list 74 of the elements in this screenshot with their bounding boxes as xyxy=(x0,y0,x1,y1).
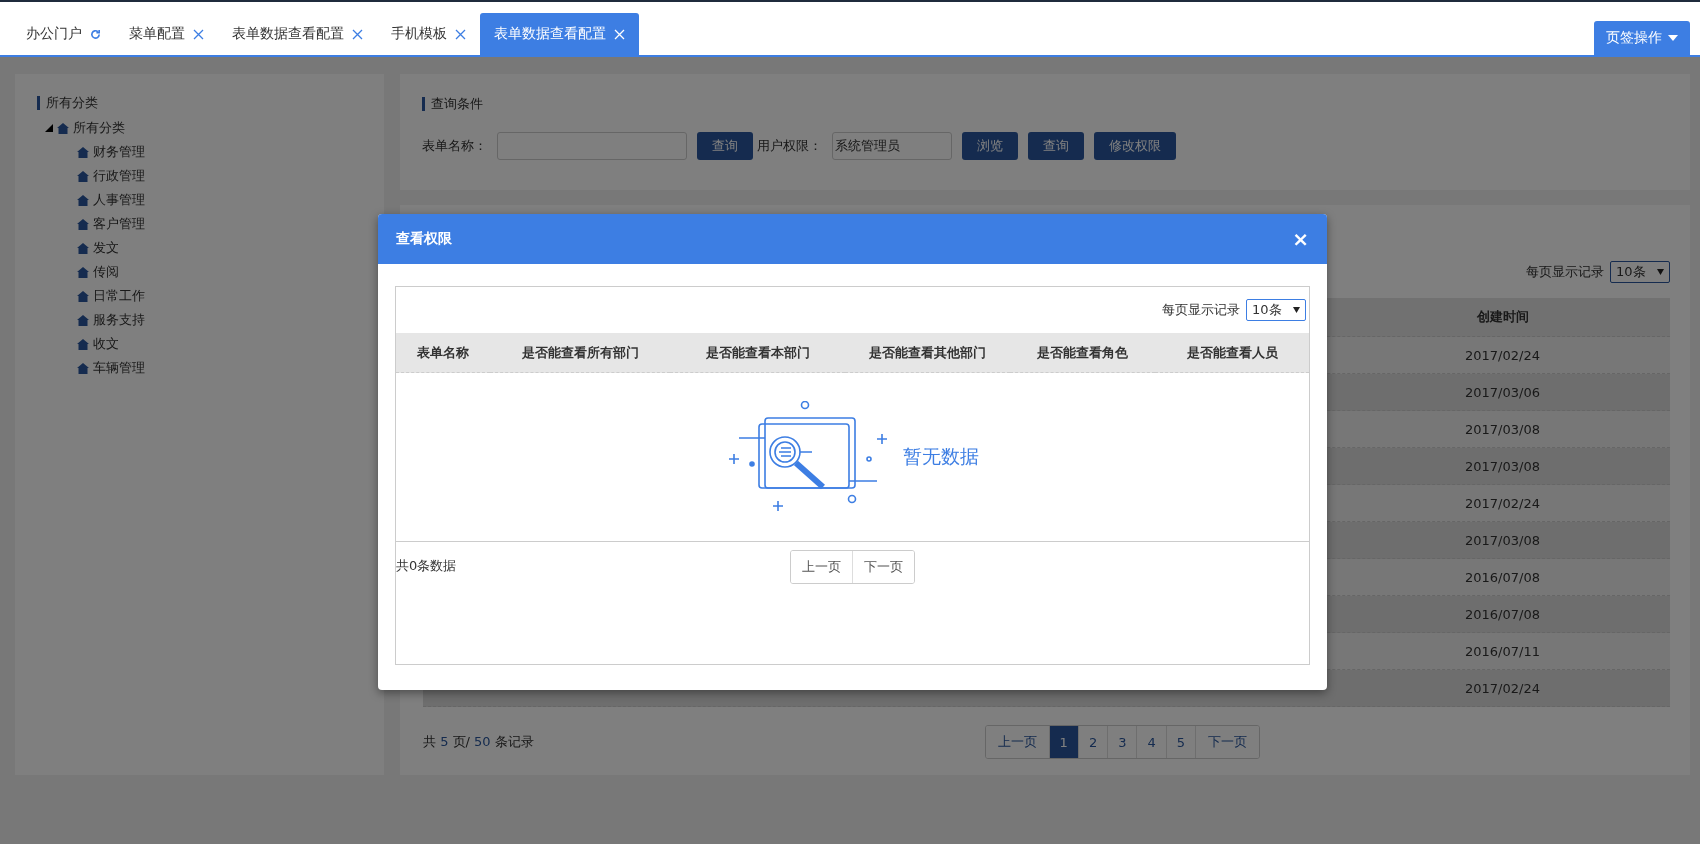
tree-item[interactable]: 传阅 xyxy=(93,263,119,281)
house-icon xyxy=(77,218,89,230)
refresh-icon[interactable] xyxy=(90,28,101,40)
empty-message: 暂无数据 xyxy=(902,444,979,469)
tab[interactable]: 办公门户 xyxy=(12,13,115,55)
house-icon xyxy=(77,194,89,206)
table-cell-text: 2017/03/06 xyxy=(1464,383,1541,402)
house-icon xyxy=(77,290,89,302)
table-cell-text: 2017/03/08 xyxy=(1464,420,1541,439)
close-icon[interactable] xyxy=(193,28,204,40)
tree-item[interactable]: 财务管理 xyxy=(93,143,145,161)
close-icon[interactable] xyxy=(352,28,363,40)
form-name-field[interactable] xyxy=(497,132,687,160)
tree-item[interactable]: 日常工作 xyxy=(93,287,145,305)
dropdown-icon xyxy=(1657,268,1664,275)
page-link[interactable]: 下一页 xyxy=(852,551,914,583)
close-icon[interactable] xyxy=(455,28,466,40)
house-icon xyxy=(77,170,89,182)
column-header: 是否能查看所有部门 xyxy=(490,333,670,373)
dropdown-icon xyxy=(1293,307,1300,313)
house-icon xyxy=(77,314,89,326)
action-button[interactable]: 查询 xyxy=(1028,132,1084,160)
tab[interactable]: 手机模板 xyxy=(377,13,480,55)
table-cell-text: 2016/07/08 xyxy=(1464,605,1541,624)
close-button[interactable]: × xyxy=(1292,227,1309,251)
tree-item[interactable]: 所有分类 xyxy=(73,119,125,137)
table-cell-text: 2016/07/11 xyxy=(1464,642,1541,661)
column-header: 是否能查看其他部门 xyxy=(845,333,1010,373)
column-header: 表单名称 xyxy=(396,333,490,373)
record-summary: 共 5 页/ 50 条记录 xyxy=(423,733,534,751)
caret-icon xyxy=(1668,35,1678,41)
table-cell-text: 2017/02/24 xyxy=(1464,494,1541,513)
tree-item[interactable]: 车辆管理 xyxy=(93,359,145,377)
table-cell-text: 2017/03/08 xyxy=(1464,531,1541,550)
tree-item[interactable]: 行政管理 xyxy=(93,167,145,185)
user-permission-field[interactable]: 系统管理员 xyxy=(832,132,952,160)
action-button[interactable]: 修改权限 xyxy=(1094,132,1176,160)
section-title: 查询条件 xyxy=(422,97,1668,111)
action-button[interactable]: 浏览 xyxy=(962,132,1018,160)
table-cell-text: 2016/07/08 xyxy=(1464,568,1541,587)
field-label: 表单名称： xyxy=(422,137,487,155)
tab-actions-button[interactable]: 页签操作 xyxy=(1594,21,1690,55)
column-header: 是否能查看人员 xyxy=(1155,333,1309,373)
column-header: 创建时间 xyxy=(1475,308,1530,326)
caret-icon[interactable] xyxy=(45,124,53,132)
dialog-title: 查看权限 xyxy=(396,230,452,248)
house-icon xyxy=(77,338,89,350)
tree-item[interactable]: 发文 xyxy=(93,239,119,257)
tree-item[interactable]: 服务支持 xyxy=(93,311,145,329)
section-title: 所有分类 xyxy=(37,96,362,110)
house-icon xyxy=(57,122,69,134)
house-icon xyxy=(77,146,89,158)
tab[interactable]: 菜单配置 xyxy=(115,13,218,55)
house-icon xyxy=(77,266,89,278)
column-header: 是否能查看角色 xyxy=(1010,333,1155,373)
tree-item[interactable]: 客户管理 xyxy=(93,215,145,233)
field-label: 用户权限： xyxy=(757,137,822,155)
search-button[interactable]: 查询 xyxy=(697,132,753,160)
page-size-select[interactable]: 10条 xyxy=(1246,299,1306,321)
page-link[interactable]: 1 xyxy=(1048,726,1078,758)
house-icon xyxy=(77,362,89,374)
page-size-select[interactable]: 10条 xyxy=(1610,260,1670,283)
tree-item[interactable]: 人事管理 xyxy=(93,191,145,209)
table-cell-text: 2017/02/24 xyxy=(1464,346,1541,365)
page-size-label: 每页显示记录 xyxy=(1162,301,1240,319)
tree-item[interactable]: 收文 xyxy=(93,335,119,353)
column-header: 是否能查看本部门 xyxy=(670,333,845,373)
tab[interactable]: 表单数据查看配置 xyxy=(218,13,377,55)
total-count: 共0条数据 xyxy=(396,557,457,575)
table-cell-text: 2017/02/24 xyxy=(1464,679,1541,698)
house-icon xyxy=(77,242,89,254)
page-size-label: 每页显示记录 xyxy=(1526,262,1604,281)
tab[interactable]: 表单数据查看配置 xyxy=(480,13,639,55)
table-cell-text: 2017/03/08 xyxy=(1464,457,1541,476)
